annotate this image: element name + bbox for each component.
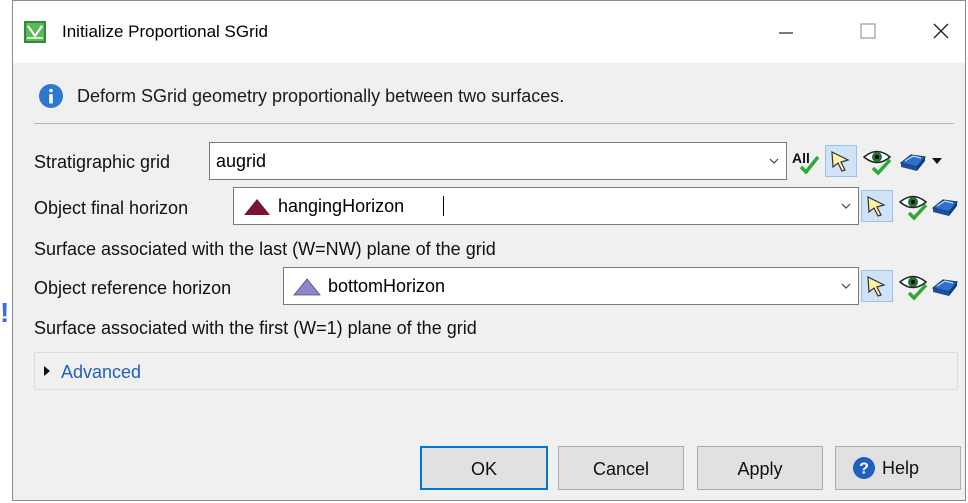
pick-object-button[interactable] [861,270,893,302]
dropdown-triangle-icon[interactable] [931,155,943,167]
strat-grid-label: Stratigraphic grid [34,152,171,172]
chevron-down-icon[interactable] [840,280,852,292]
maximize-icon[interactable] [847,11,887,51]
pick-object-button[interactable] [825,145,857,177]
title-bar: Initialize Proportional SGrid [13,1,965,63]
pick-object-button[interactable] [861,190,893,222]
horizon-triangle-icon [293,278,321,296]
apply-button[interactable]: Apply [697,446,823,490]
select-all-button[interactable]: All [789,145,821,177]
visibility-button[interactable] [897,190,929,222]
reference-horizon-note: Surface associated with the first (W=1) … [34,318,477,338]
advanced-section[interactable]: Advanced [34,352,958,390]
chevron-down-icon[interactable] [768,155,780,167]
cancel-button[interactable]: Cancel [558,446,684,490]
text-cursor [443,196,444,216]
final-horizon-label: Object final horizon [34,198,189,218]
help-icon: ? [853,457,875,479]
final-horizon-value: hangingHorizon [278,196,405,216]
separator [34,123,954,124]
close-icon[interactable] [921,11,961,51]
strat-grid-combobox[interactable]: augrid [209,142,787,180]
surface-object-button[interactable] [929,190,961,222]
reference-horizon-combobox[interactable]: bottomHorizon [283,267,859,305]
horizon-triangle-icon [244,199,270,215]
svg-text:?: ? [859,461,869,478]
dialog-window: Initialize Proportional SGrid Deform SGr… [12,0,966,501]
pick-arrow-icon [867,275,886,297]
chevron-down-icon[interactable] [840,200,852,212]
visibility-button[interactable] [897,270,929,302]
reference-horizon-value: bottomHorizon [328,276,446,296]
ok-button[interactable]: OK [420,446,548,490]
background-glyph: ! [0,298,10,328]
window-title: Initialize Proportional SGrid [62,22,268,41]
help-label: Help [882,458,920,478]
final-horizon-combobox[interactable]: hangingHorizon [233,187,859,225]
pick-arrow-icon [867,195,886,217]
surface-object-icon [931,199,959,216]
visibility-eye-icon [898,275,928,301]
reference-horizon-label: Object reference horizon [34,278,232,298]
help-button[interactable]: ? Help [835,446,961,490]
minimize-icon[interactable] [765,11,805,51]
surface-object-button[interactable] [897,145,929,177]
advanced-label[interactable]: Advanced [61,361,141,383]
info-icon [39,84,63,108]
info-message: Deform SGrid geometry proportionally bet… [77,86,565,106]
final-horizon-note: Surface associated with the last (W=NW) … [34,239,496,259]
pick-arrow-icon [831,150,850,172]
svg-text:All: All [792,150,810,166]
select-all-icon: All [792,150,820,175]
surface-object-icon [899,154,927,171]
surface-object-button[interactable] [929,270,961,302]
visibility-button[interactable] [861,145,893,177]
strat-grid-value: augrid [216,151,267,171]
surface-object-icon [931,279,959,296]
visibility-eye-icon [862,150,892,176]
expand-arrow-icon[interactable] [43,366,51,376]
visibility-eye-icon [898,195,928,221]
app-icon [24,21,46,43]
